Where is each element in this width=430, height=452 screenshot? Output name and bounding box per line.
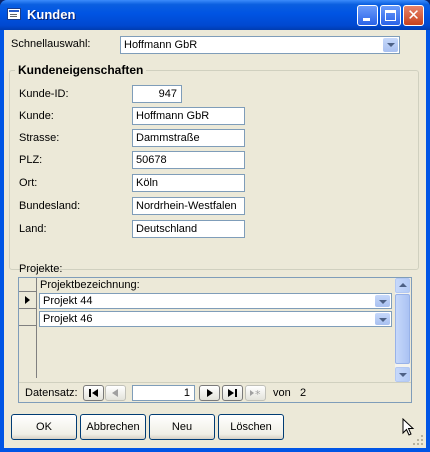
bundesland-field[interactable]: Nordrhein-Westfalen — [132, 197, 245, 215]
projects-column-header: Projektbezeichnung: — [40, 279, 140, 291]
minimize-button[interactable] — [357, 5, 378, 26]
record-total-prefix: von — [273, 387, 291, 399]
kunde-field[interactable]: Hoffmann GbR — [132, 107, 245, 125]
last-record-icon — [228, 389, 237, 397]
window-title: Kunden — [27, 7, 76, 22]
land-field[interactable]: Deutschland — [132, 220, 245, 238]
projects-subform: Projektbezeichnung: Projekt 44 Projekt 4… — [18, 277, 412, 403]
strasse-field[interactable]: Dammstraße — [132, 129, 245, 147]
first-record-icon — [89, 389, 98, 397]
scroll-up-icon[interactable] — [395, 278, 410, 293]
project-row[interactable]: Projekt 46 — [39, 311, 392, 327]
record-navigation: Datensatz: 1 * von 2 — [19, 382, 411, 403]
field-label-ort: Ort: — [19, 177, 38, 189]
resize-grip-icon[interactable] — [413, 435, 424, 446]
close-icon: ✕ — [407, 6, 420, 24]
chevron-down-icon[interactable] — [375, 295, 390, 307]
next-record-button[interactable] — [199, 385, 220, 401]
field-label-land: Land: — [19, 223, 47, 235]
field-label-plz: PLZ: — [19, 154, 43, 166]
title-bar[interactable]: Kunden ✕ — [0, 0, 430, 30]
delete-button[interactable]: Löschen — [218, 414, 284, 440]
previous-record-button[interactable] — [105, 385, 126, 401]
first-record-button[interactable] — [83, 385, 104, 401]
kunde-id-field[interactable]: 947 — [132, 85, 182, 103]
scroll-thumb[interactable] — [395, 294, 410, 364]
field-label-kunde-id: Kunde-ID: — [19, 88, 69, 100]
field-label-kunde: Kunde: — [19, 110, 54, 122]
row-selector-current[interactable] — [19, 292, 37, 309]
project-row-value: Projekt 46 — [43, 313, 93, 325]
projects-scrollbar[interactable] — [395, 278, 410, 382]
maximize-icon — [385, 10, 396, 21]
record-nav-label: Datensatz: — [25, 387, 78, 399]
project-row[interactable]: Projekt 44 — [39, 293, 392, 309]
properties-group — [9, 70, 419, 270]
chevron-down-icon[interactable] — [383, 38, 398, 52]
kunden-window: Kunden ✕ Schnellauswahl: Hoffmann GbR Ku… — [0, 0, 430, 452]
form-body: Schnellauswahl: Hoffmann GbR Kundeneigen… — [4, 30, 426, 448]
plz-field[interactable]: 50678 — [132, 151, 245, 169]
next-record-icon — [207, 389, 213, 397]
project-row-value: Projekt 44 — [43, 295, 93, 307]
row-selector[interactable] — [19, 309, 37, 326]
maximize-button[interactable] — [380, 5, 401, 26]
new-record-button[interactable]: * — [245, 385, 266, 401]
quick-select-label: Schnellauswahl: — [11, 38, 91, 50]
new-button[interactable]: Neu — [149, 414, 215, 440]
field-label-bundesland: Bundesland: — [19, 200, 81, 212]
ort-field[interactable]: Köln — [132, 174, 245, 192]
previous-record-icon — [112, 389, 118, 397]
record-nav-buttons: 1 * — [83, 385, 266, 401]
current-record-field[interactable]: 1 — [132, 385, 195, 401]
chevron-down-icon[interactable] — [375, 313, 390, 325]
ok-button[interactable]: OK — [11, 414, 77, 440]
form-icon[interactable] — [7, 8, 21, 20]
new-record-icon: * — [250, 388, 261, 401]
cancel-button[interactable]: Abbrechen — [80, 414, 146, 440]
row-selector-empty — [19, 326, 37, 378]
field-label-strasse: Strasse: — [19, 132, 60, 144]
record-total: 2 — [300, 387, 307, 399]
quick-select-value: Hoffmann GbR — [124, 39, 198, 51]
quick-select-combo[interactable]: Hoffmann GbR — [120, 36, 400, 54]
properties-group-title: Kundeneigenschaften — [15, 63, 147, 77]
scroll-down-icon[interactable] — [395, 367, 410, 382]
close-button[interactable]: ✕ — [403, 5, 424, 26]
projects-label: Projekte: — [19, 263, 63, 275]
svg-text:*: * — [255, 388, 261, 400]
minimize-icon — [363, 18, 370, 21]
last-record-button[interactable] — [222, 385, 243, 401]
header-selector — [19, 278, 37, 292]
